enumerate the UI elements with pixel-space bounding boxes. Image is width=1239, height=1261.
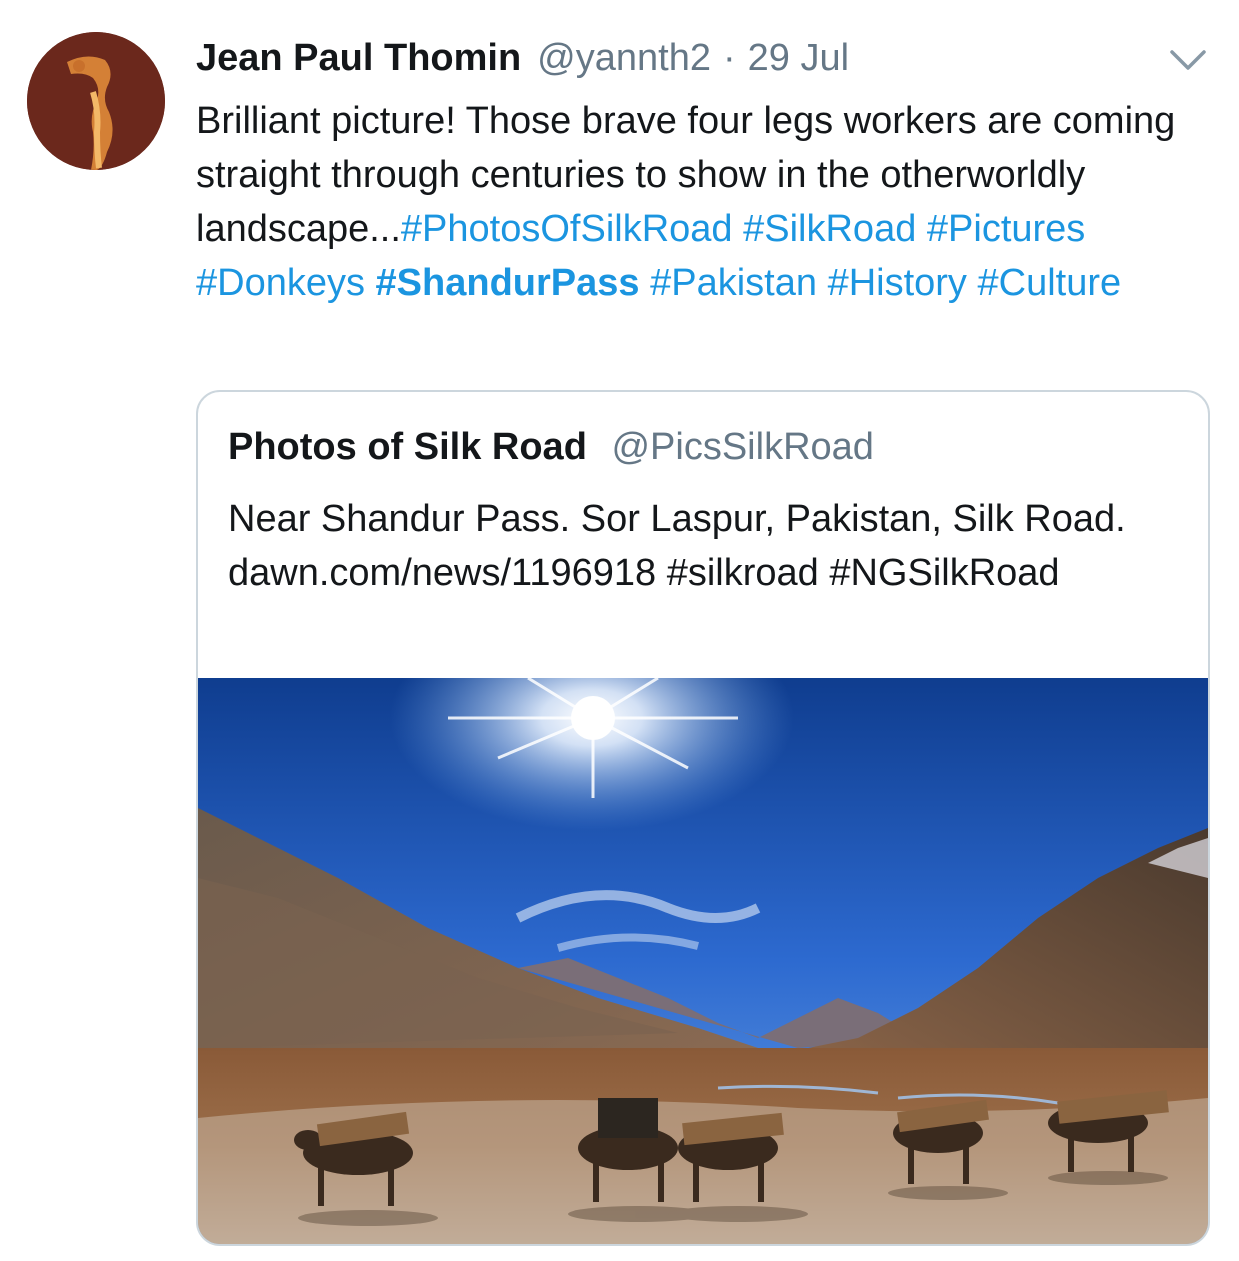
hashtag-link[interactable]: #History	[828, 262, 967, 304]
hashtag-link[interactable]: #SilkRoad	[743, 208, 916, 250]
quoted-author-handle: @PicsSilkRoad	[611, 426, 874, 468]
hashtag-link[interactable]: #Culture	[978, 262, 1122, 304]
quoted-tweet-image[interactable]	[198, 678, 1208, 1244]
quoted-tweet-text: Near Shandur Pass. Sor Laspur, Pakistan,…	[228, 492, 1188, 600]
avatar[interactable]	[27, 32, 165, 170]
quoted-hashtag: #silkroad	[666, 552, 819, 594]
chevron-down-icon	[1170, 50, 1206, 70]
hashtag-link[interactable]: #Donkeys	[196, 262, 365, 304]
quoted-hashtag: #NGSilkRoad	[829, 552, 1060, 594]
tweet-text: Brilliant picture! Those brave four legs…	[196, 94, 1206, 310]
separator-dot: ·	[722, 37, 736, 79]
quoted-body-text: Near Shandur Pass. Sor Laspur, Pakistan,…	[228, 498, 1126, 540]
tweet-menu-button[interactable]	[1166, 44, 1210, 76]
quoted-tweet-card[interactable]: Photos of Silk Road @PicsSilkRoad Near S…	[196, 390, 1210, 1246]
hashtag-link-highlighted[interactable]: #ShandurPass	[376, 262, 640, 304]
tweet-header: Jean Paul Thomin @yannth2 · 29 Jul	[196, 34, 849, 82]
avatar-image	[27, 32, 165, 170]
author-handle[interactable]: @yannth2	[537, 34, 711, 82]
landscape-photo	[198, 678, 1208, 1244]
hashtag-link[interactable]: #PhotosOfSilkRoad	[401, 208, 733, 250]
quoted-link: dawn.com/news/1196918	[228, 552, 657, 594]
tweet-timestamp[interactable]: 29 Jul	[748, 34, 849, 82]
quoted-author-name: Photos of Silk Road	[228, 426, 587, 468]
author-name[interactable]: Jean Paul Thomin	[196, 34, 521, 82]
hashtag-link[interactable]: #Pictures	[927, 208, 1085, 250]
hashtag-link[interactable]: #Pakistan	[650, 262, 817, 304]
quoted-tweet-header: Photos of Silk Road @PicsSilkRoad	[228, 422, 874, 472]
